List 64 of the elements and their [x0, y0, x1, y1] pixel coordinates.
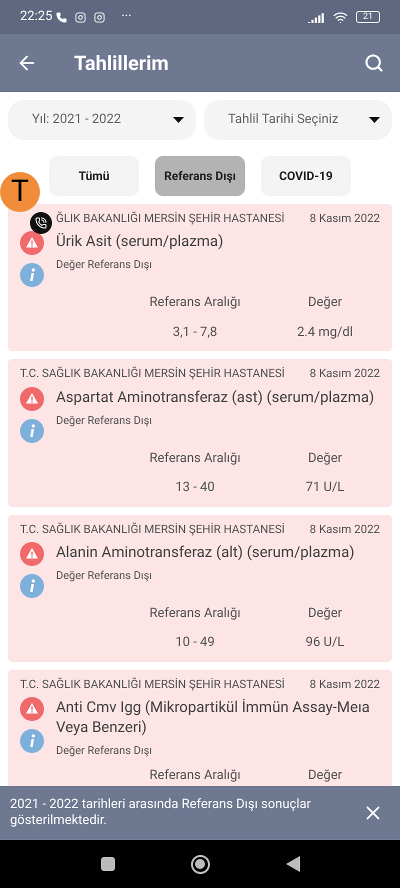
- result-card[interactable]: T.C. SAĞLIK BAKANLIĞI MERSİN ŞEHİR HASTANESİ 8 Kasım 2022 Anti Cmv Igg (Mikropartikül İmmün Assay-Meıa Veya Benzeri) Değer Referans Dışı Referans Aralığı Değer: [8, 670, 392, 786]
- hospital-name: ĞLIK BAKANLIĞI MERSİN ŞEHİR HASTANESİ: [56, 210, 285, 227]
- reference-range: 10 - 49: [174, 634, 216, 652]
- camera-icon: [75, 12, 86, 22]
- reference-range: 3,1 - 7,8: [172, 324, 218, 342]
- result-date: 8 Kasım 2022: [310, 520, 380, 538]
- test-name: Aspartat Aminotransferaz (ast) (serum/plazma): [56, 386, 376, 406]
- column-label: Değer: [306, 294, 344, 312]
- info-icon[interactable]: [20, 729, 44, 753]
- test-name: Ürik Asit (serum/plazma): [56, 231, 224, 252]
- search-button[interactable]: [364, 53, 384, 73]
- column-label: Referans Aralığı: [148, 604, 242, 623]
- chat-head-avatar[interactable]: T: [0, 172, 40, 212]
- hospital-name: T.C. SAĞLIK BAKANLIĞI MERSİN ŞEHİR HASTANESİ: [20, 520, 285, 538]
- filter-dropdown[interactable]: Yıl: 2021 - 2022: [8, 100, 196, 140]
- column-label: Değer: [306, 766, 344, 784]
- result-card[interactable]: T.C. SAĞLIK BAKANLIĞI MERSİN ŞEHİR HASTANESİ 8 Kasım 2022 Aspartat Aminotransferaz (ast) (serum/plazma) Değer Referans Dışı Referans Aralığı Değer 13 - 40 71 U/L: [8, 359, 392, 506]
- column-label: Referans Aralığı: [148, 294, 242, 312]
- recents-button[interactable]: [100, 857, 114, 871]
- column-label: Değer: [306, 604, 344, 623]
- filter-dropdown[interactable]: Tahlil Tarihi Seçiniz: [204, 100, 392, 140]
- result-date: 8 Kasım 2022: [310, 365, 380, 382]
- result-status: Değer Referans Dışı: [56, 743, 153, 759]
- result-status: Değer Referans Dışı: [56, 568, 153, 584]
- result-status: Değer Referans Dışı: [56, 257, 153, 274]
- test-name: Anti Cmv Igg (Mikropartikül İmmün Assay-Meıa Veya Benzeri): [56, 697, 371, 737]
- wifi-icon: [333, 10, 348, 24]
- more-notifications: ···: [121, 8, 132, 26]
- result-card[interactable]: ĞLIK BAKANLIĞI MERSİN ŞEHİR HASTANESİ 8 Kasım 2022 Ürik Asit (serum/plazma) Değer Referans Dışı Referans Aralığı Değer 3,1 - 7,8 2.4 mg/dl: [8, 204, 392, 352]
- dropdown-caret-icon: [173, 117, 184, 123]
- result-date: 8 Kasım 2022: [310, 210, 380, 227]
- hospital-name: T.C. SAĞLIK BAKANLIĞI MERSİN ŞEHİR HASTANESİ: [20, 365, 285, 382]
- camera-icon: [94, 12, 106, 22]
- back-icon[interactable]: [286, 856, 300, 872]
- test-name: Alanin Aminotransferaz (alt) (serum/plazma): [56, 542, 356, 562]
- result-status: Değer Referans Dışı: [56, 412, 153, 428]
- page-title: Tahlillerim: [74, 50, 169, 77]
- column-label: Referans Aralığı: [148, 450, 242, 468]
- warning-icon: [20, 386, 44, 410]
- result-value: 2.4 mg/dl: [296, 324, 354, 342]
- phone-icon: [56, 12, 68, 22]
- home-button[interactable]: [190, 854, 210, 874]
- warning-icon: [20, 542, 44, 566]
- result-value: 71 U/L: [304, 479, 346, 497]
- info-icon[interactable]: [20, 263, 44, 288]
- warning-icon: [20, 697, 44, 721]
- snackbar-message: 2021 - 2022 tarihleri arasında Referans Dışı sonuçlar gösterilmektedir.: [10, 797, 312, 829]
- hospital-name: T.C. SAĞLIK BAKANLIĞI MERSİN ŞEHİR HASTANESİ: [20, 676, 285, 693]
- result-date: 8 Kasım 2022: [310, 676, 380, 693]
- info-icon[interactable]: [20, 418, 44, 442]
- reference-range: 13 - 40: [174, 479, 216, 497]
- result-card[interactable]: T.C. SAĞLIK BAKANLIĞI MERSİN ŞEHİR HASTANESİ 8 Kasım 2022 Alanin Aminotransferaz (alt) (serum/plazma) Değer Referans Dışı Referans Aralığı Değer 10 - 49 96 U/L: [8, 514, 392, 662]
- dropdown-caret-icon: [369, 117, 380, 123]
- info-icon[interactable]: [20, 574, 44, 598]
- search-icon: [364, 53, 384, 73]
- filter-tab[interactable]: COVID-19: [261, 156, 351, 196]
- filter-tab[interactable]: Referans Dışı: [155, 156, 245, 196]
- filter-tab[interactable]: Tümü: [49, 156, 139, 196]
- battery-icon: 21: [356, 11, 380, 23]
- result-value: 96 U/L: [304, 634, 346, 652]
- column-label: Değer: [306, 450, 344, 468]
- warning-icon: [20, 231, 44, 256]
- status-time: 22:25: [20, 8, 52, 26]
- column-label: Referans Aralığı: [148, 766, 242, 784]
